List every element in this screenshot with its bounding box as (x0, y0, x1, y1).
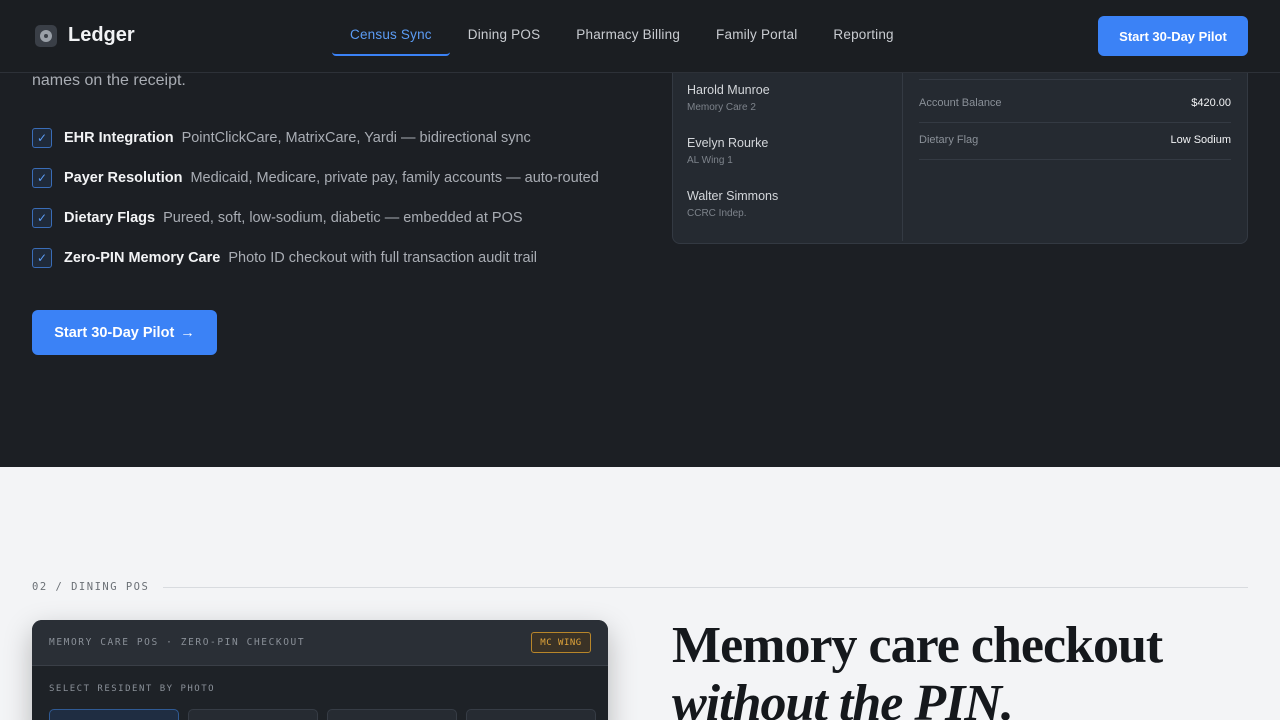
wing-badge: MC WING (531, 632, 591, 653)
resident-row[interactable]: Walter Simmons CCRC Indep. (687, 189, 778, 219)
resident-photo-grid (49, 709, 596, 720)
detail-value: Low Sodium (1170, 134, 1231, 146)
brand-link[interactable]: Ledger (35, 24, 135, 47)
resident-location: Memory Care 2 (687, 102, 756, 113)
detail-key: Account Balance (919, 97, 1002, 109)
feature-desc: Pureed, soft, low-sodium, diabetic — emb… (163, 210, 523, 226)
pos-subtitle: SELECT RESIDENT BY PHOTO (49, 684, 216, 694)
section-divider (163, 587, 1248, 588)
section-headline: Memory care checkout without the PIN. (672, 617, 1163, 720)
feature-desc: Photo ID checkout with full transaction … (228, 250, 538, 266)
main-nav: Census Sync Dining POS Pharmacy Billing … (332, 16, 912, 56)
resident-photo-tile[interactable] (49, 709, 179, 720)
detail-divider (919, 79, 1231, 80)
feature-item: ✓ Zero-PIN Memory Care Photo ID checkout… (32, 248, 599, 268)
detail-row: Account Balance $420.00 (919, 97, 1231, 123)
shield-logo-icon (35, 24, 57, 47)
start-pilot-label: Start 30-Day Pilot (54, 324, 175, 341)
nav-family-portal[interactable]: Family Portal (698, 16, 815, 56)
resident-photo-tile[interactable] (327, 709, 457, 720)
top-nav-bar: Ledger Census Sync Dining POS Pharmacy B… (0, 0, 1280, 73)
resident-photo-tile[interactable] (466, 709, 596, 720)
pos-title: MEMORY CARE POS · ZERO-PIN CHECKOUT (49, 637, 306, 648)
brand-name: Ledger (68, 24, 135, 46)
checkmark-icon: ✓ (32, 208, 52, 228)
arrow-right-icon: → (180, 324, 195, 341)
checkmark-icon: ✓ (32, 248, 52, 268)
checkmark-icon: ✓ (32, 128, 52, 148)
nav-reporting[interactable]: Reporting (815, 16, 911, 56)
feature-title: Dietary Flags (64, 210, 156, 226)
resident-name: Walter Simmons (687, 189, 779, 203)
feature-item: ✓ Dietary Flags Pureed, soft, low-sodium… (32, 208, 599, 228)
lead-paragraph: names on the receipt. (32, 72, 186, 89)
resident-photo-tile[interactable] (188, 709, 318, 720)
section-label: 02 / DINING POS (32, 581, 150, 593)
detail-key: Dietary Flag (919, 134, 979, 146)
resident-name: Evelyn Rourke (687, 136, 769, 150)
header-start-pilot-button[interactable]: Start 30-Day Pilot (1098, 16, 1248, 56)
feature-list: ✓ EHR Integration PointClickCare, Matrix… (32, 128, 599, 288)
resident-location: CCRC Indep. (687, 208, 747, 219)
feature-title: Payer Resolution (64, 170, 183, 186)
feature-item: ✓ Payer Resolution Medicaid, Medicare, p… (32, 168, 599, 188)
detail-row: Dietary Flag Low Sodium (919, 134, 1231, 160)
detail-value: $420.00 (1191, 97, 1231, 109)
feature-desc: Medicaid, Medicare, private pay, family … (190, 170, 599, 186)
feature-title: Zero-PIN Memory Care (64, 250, 221, 266)
resident-location: AL Wing 1 (687, 155, 733, 166)
dining-pos-section: 02 / DINING POS MEMORY CARE POS · ZERO-P… (0, 467, 1280, 720)
start-pilot-button[interactable]: Start 30-Day Pilot → (32, 310, 217, 355)
feature-item: ✓ EHR Integration PointClickCare, Matrix… (32, 128, 599, 148)
memory-care-pos-mockup: MEMORY CARE POS · ZERO-PIN CHECKOUT MC W… (32, 620, 608, 720)
resident-row[interactable]: Evelyn Rourke AL Wing 1 (687, 136, 768, 166)
headline-line-2: without the PIN. (672, 675, 1014, 720)
resident-name: Harold Munroe (687, 83, 770, 97)
nav-census-sync[interactable]: Census Sync (332, 16, 450, 56)
nav-pharmacy-billing[interactable]: Pharmacy Billing (558, 16, 698, 56)
resident-row[interactable]: Harold Munroe Memory Care 2 (687, 83, 770, 113)
feature-title: EHR Integration (64, 130, 174, 146)
checkmark-icon: ✓ (32, 168, 52, 188)
feature-desc: PointClickCare, MatrixCare, Yardi — bidi… (181, 130, 531, 146)
nav-dining-pos[interactable]: Dining POS (450, 16, 559, 56)
headline-line-1: Memory care checkout (672, 617, 1163, 674)
pos-title-bar: MEMORY CARE POS · ZERO-PIN CHECKOUT MC W… (32, 620, 608, 666)
